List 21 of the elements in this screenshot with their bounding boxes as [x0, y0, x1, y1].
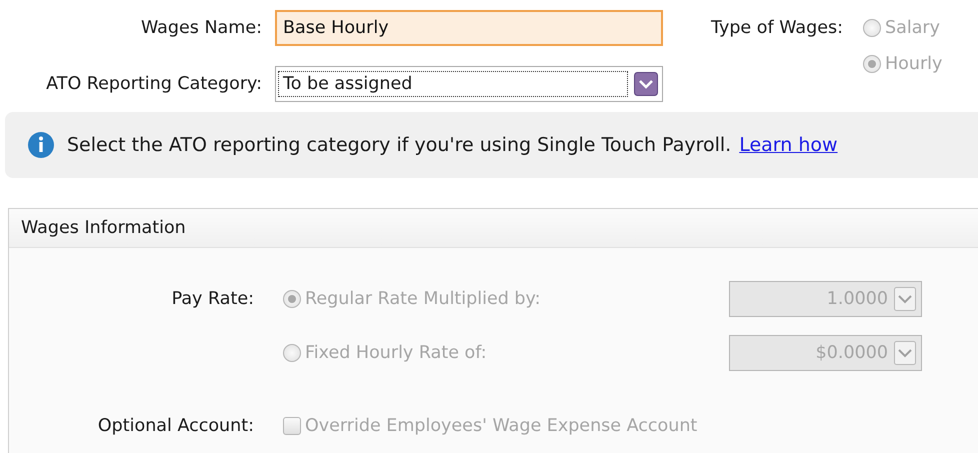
radio-button[interactable] [283, 290, 301, 308]
radio-button[interactable] [863, 19, 881, 37]
info-message: Select the ATO reporting category if you're using Single Touch Payroll. [67, 134, 732, 156]
field-label: Type of Wages: [711, 17, 843, 40]
radio-button[interactable] [283, 344, 301, 362]
radio-label: Salary [885, 18, 940, 38]
field-label: Optional Account: [98, 416, 254, 436]
radio-label: Fixed Hourly Rate of: [305, 343, 488, 363]
field-label: Pay Rate: [172, 289, 254, 309]
radio-label: Hourly [885, 54, 942, 74]
checkbox[interactable] [283, 417, 301, 435]
wages-name-field[interactable]: Base Hourly [275, 10, 663, 46]
checkbox-label: Override Employees' Wage Expense Account [305, 416, 698, 436]
panel-title: Wages Information [21, 218, 186, 238]
radio-label: Regular Rate Multiplied by: [305, 289, 542, 309]
radio-button[interactable] [863, 55, 881, 73]
field-label: Wages Name: [140, 18, 263, 38]
ato-category-dropdown[interactable]: To be assigned [275, 66, 663, 102]
learn-how-link[interactable]: Learn how [739, 134, 838, 156]
info-icon [27, 131, 55, 159]
field-label: ATO Reporting Category: [45, 74, 263, 94]
